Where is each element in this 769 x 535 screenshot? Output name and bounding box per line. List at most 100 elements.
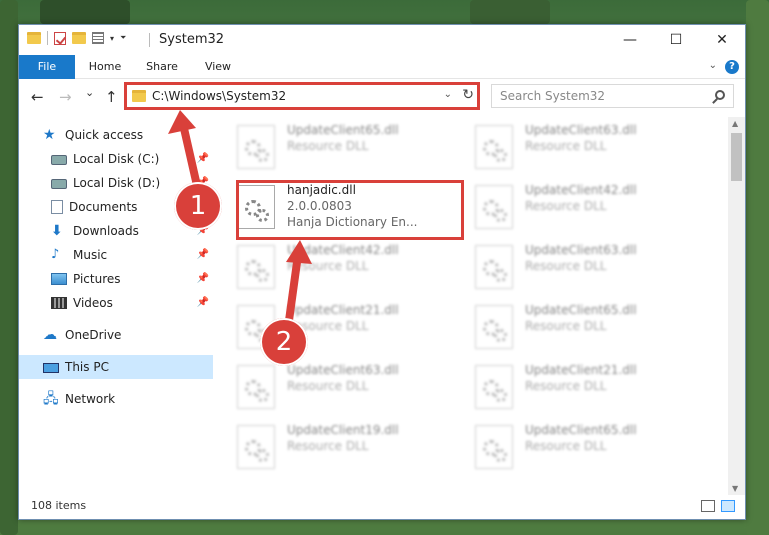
- forward-button[interactable]: →: [59, 88, 72, 106]
- properties-check-icon[interactable]: [54, 31, 66, 45]
- minimize-button[interactable]: —: [607, 25, 653, 55]
- pin-icon: 📌: [196, 249, 209, 260]
- step-badge-2: 2: [260, 318, 308, 366]
- item-count: 108 items: [31, 499, 87, 512]
- expand-ribbon-icon[interactable]: ⌄: [709, 60, 717, 71]
- tab-share[interactable]: Share: [135, 55, 189, 79]
- background-tree: [40, 0, 130, 24]
- search-input[interactable]: Search System32: [491, 84, 734, 108]
- pin-icon: 📌: [196, 153, 209, 164]
- background-tree: [0, 0, 18, 535]
- disk-icon: [51, 155, 67, 165]
- sidebar-item-pictures[interactable]: Pictures 📌: [19, 267, 213, 291]
- disk-icon: [51, 179, 67, 189]
- file-tile[interactable]: UpdateClient65.dll Resource DLL: [467, 297, 697, 353]
- details-view-icon[interactable]: [701, 500, 715, 512]
- back-button[interactable]: ←: [31, 88, 44, 106]
- sidebar-item-onedrive[interactable]: ☁ OneDrive: [19, 323, 213, 347]
- cloud-icon: ☁: [43, 327, 57, 343]
- scrollbar-thumb[interactable]: [731, 133, 742, 181]
- maximize-button[interactable]: ☐: [653, 25, 699, 55]
- file-name: UpdateClient21.dll: [287, 303, 399, 317]
- file-type: Resource DLL: [525, 259, 607, 273]
- folder-icon: [27, 32, 41, 44]
- file-type: Resource DLL: [287, 139, 369, 153]
- file-tile[interactable]: UpdateClient19.dll Resource DLL: [229, 417, 459, 473]
- file-type: Resource DLL: [287, 259, 369, 273]
- sidebar-item-label: Videos: [73, 296, 113, 310]
- status-bar: 108 items: [19, 495, 745, 519]
- dll-file-icon: [475, 305, 513, 349]
- tab-file[interactable]: File: [19, 55, 75, 79]
- sidebar-item-label: Downloads: [73, 224, 139, 238]
- sidebar-item-music[interactable]: ♪ Music 📌: [19, 243, 213, 267]
- file-name: UpdateClient65.dll: [525, 303, 637, 317]
- sidebar-item-network[interactable]: 🖧 Network: [19, 387, 213, 411]
- file-name: UpdateClient63.dll: [287, 363, 399, 377]
- file-name: UpdateClient21.dll: [525, 363, 637, 377]
- sidebar-item-local-disk-c[interactable]: Local Disk (C:) 📌: [19, 147, 213, 171]
- tab-view[interactable]: View: [193, 55, 243, 79]
- sidebar-item-videos[interactable]: Videos 📌: [19, 291, 213, 315]
- tab-home[interactable]: Home: [79, 55, 131, 79]
- up-button[interactable]: ↑: [105, 88, 118, 106]
- documents-icon: [51, 200, 63, 214]
- file-tile[interactable]: UpdateClient42.dll Resource DLL: [229, 237, 459, 293]
- file-tile[interactable]: UpdateClient42.dll Resource DLL: [467, 177, 697, 233]
- vertical-scrollbar[interactable]: ▲ ▼: [728, 117, 745, 495]
- file-tile[interactable]: UpdateClient21.dll Resource DLL: [467, 357, 697, 413]
- sidebar-item-label: Pictures: [73, 272, 121, 286]
- file-tile[interactable]: UpdateClient63.dll Resource DLL: [229, 357, 459, 413]
- new-folder-icon[interactable]: [72, 32, 86, 44]
- file-type: Resource DLL: [525, 319, 607, 333]
- file-type: Resource DLL: [287, 439, 369, 453]
- file-tile[interactable]: UpdateClient63.dll Resource DLL: [467, 237, 697, 293]
- scroll-down-icon[interactable]: ▼: [732, 484, 738, 493]
- pictures-icon: [51, 273, 67, 285]
- network-icon: 🖧: [43, 391, 59, 407]
- file-tile[interactable]: UpdateClient63.dll Resource DLL: [467, 117, 697, 173]
- file-name: UpdateClient19.dll: [287, 423, 399, 437]
- file-name: UpdateClient65.dll: [525, 423, 637, 437]
- dll-file-icon: [475, 245, 513, 289]
- file-name: UpdateClient42.dll: [287, 243, 399, 257]
- customize-toolbar-icon[interactable]: ⏷: [120, 33, 126, 43]
- file-type: Resource DLL: [525, 199, 607, 213]
- sidebar-item-label: Local Disk (D:): [73, 176, 161, 190]
- chevron-down-icon[interactable]: ▾: [110, 34, 114, 43]
- file-tile[interactable]: UpdateClient65.dll Resource DLL: [467, 417, 697, 473]
- file-list: UpdateClient65.dll Resource DLL hanjadic…: [229, 117, 729, 492]
- background-tree: [746, 0, 769, 535]
- sidebar-item-label: Local Disk (C:): [73, 152, 160, 166]
- search-icon[interactable]: [715, 90, 725, 100]
- close-button[interactable]: ✕: [699, 25, 745, 55]
- properties-icon[interactable]: [92, 32, 104, 44]
- file-type: Resource DLL: [525, 379, 607, 393]
- tiles-view-icon[interactable]: [721, 500, 735, 512]
- quick-access-toolbar: ▾ ⏷: [27, 31, 126, 45]
- sidebar-item-quick-access[interactable]: ★ Quick access: [19, 123, 213, 147]
- file-highlight-box: [236, 180, 464, 240]
- address-highlight-box: [124, 82, 480, 110]
- separator: [47, 31, 48, 45]
- videos-icon: [51, 297, 67, 309]
- help-icon[interactable]: ?: [725, 60, 739, 74]
- file-tile[interactable]: UpdateClient65.dll Resource DLL: [229, 117, 459, 173]
- step-badge-1: 1: [174, 182, 222, 230]
- recent-locations-button[interactable]: ⌄: [85, 86, 94, 99]
- sidebar-item-label: This PC: [65, 360, 109, 374]
- file-name: UpdateClient63.dll: [525, 123, 637, 137]
- sidebar-item-label: Documents: [69, 200, 138, 214]
- navigation-pane: ★ Quick access Local Disk (C:) 📌 Local D…: [19, 121, 213, 491]
- sidebar-item-label: Network: [65, 392, 116, 406]
- file-name: UpdateClient63.dll: [525, 243, 637, 257]
- pin-icon: 📌: [196, 297, 209, 308]
- scroll-up-icon[interactable]: ▲: [732, 119, 738, 128]
- sidebar-item-label: Quick access: [65, 128, 144, 142]
- sidebar-item-this-pc[interactable]: This PC: [19, 355, 213, 379]
- file-name: UpdateClient65.dll: [287, 123, 399, 137]
- sidebar-item-label: OneDrive: [65, 328, 122, 342]
- file-type: Resource DLL: [525, 139, 607, 153]
- background-tree: [470, 0, 550, 24]
- search-placeholder: Search System32: [500, 89, 606, 103]
